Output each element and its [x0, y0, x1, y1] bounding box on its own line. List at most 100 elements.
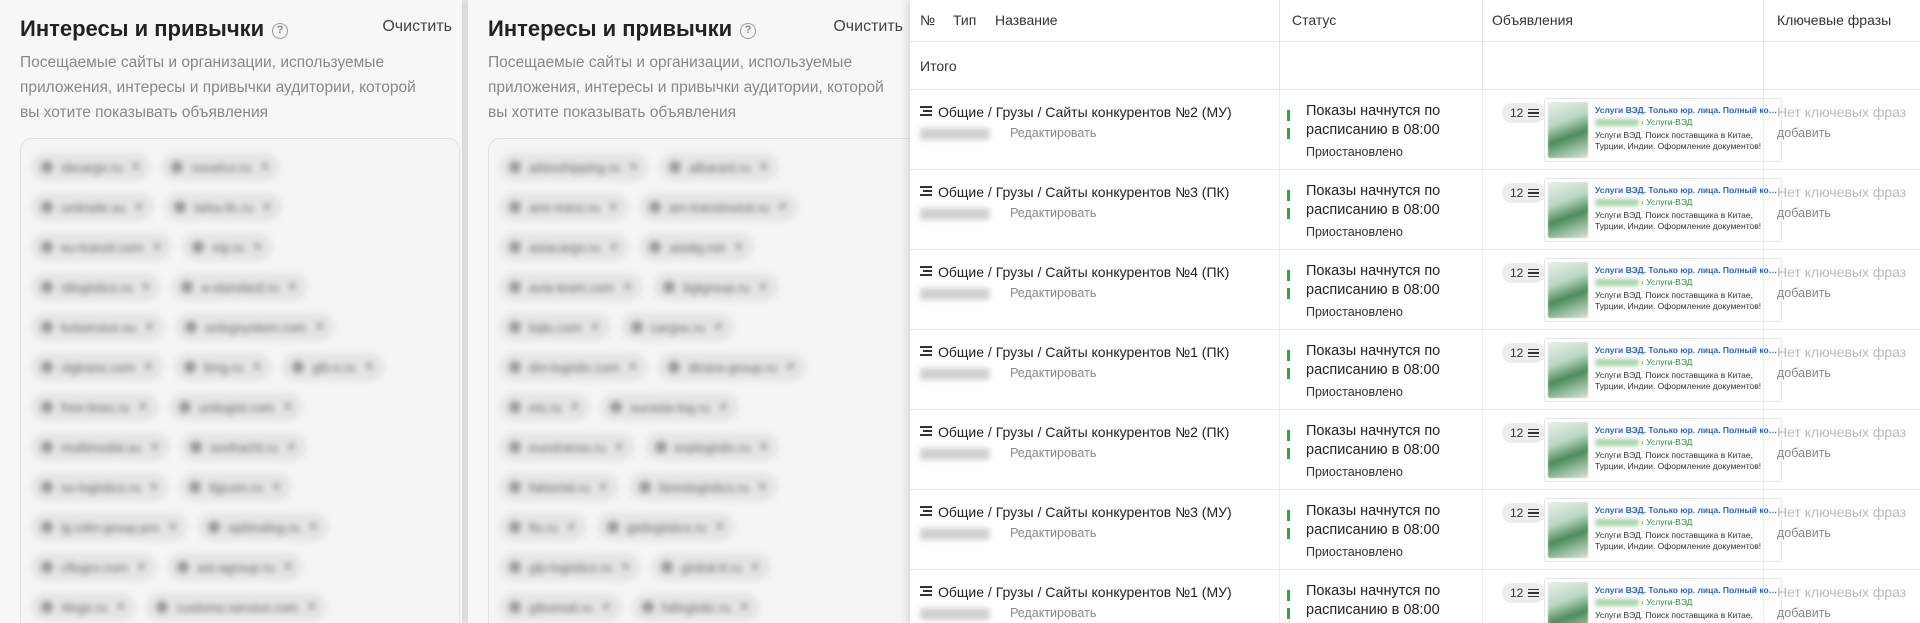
remove-tag-icon[interactable]: ✕	[261, 199, 272, 215]
interest-tag[interactable]: ltmg.ru ✕	[173, 353, 273, 381]
remove-tag-icon[interactable]: ✕	[271, 479, 282, 495]
remove-tag-icon[interactable]: ✕	[364, 359, 375, 375]
remove-tag-icon[interactable]: ✕	[148, 479, 159, 495]
interest-tag[interactable]: dtrans-group.ru ✕	[658, 353, 806, 381]
remove-tag-icon[interactable]: ✕	[758, 279, 769, 295]
ads-count-badge[interactable]: 12	[1502, 583, 1546, 603]
column-header-ads[interactable]: Объявления	[1492, 0, 1573, 42]
remove-tag-icon[interactable]: ✕	[141, 279, 152, 295]
remove-tag-icon[interactable]: ✕	[628, 159, 639, 175]
remove-tag-icon[interactable]: ✕	[718, 399, 729, 415]
interest-tag[interactable]: onlogsystem.com ✕	[175, 313, 336, 341]
remove-tag-icon[interactable]: ✕	[282, 399, 293, 415]
ad-preview-card[interactable]: Услуги ВЭД. Только юр. лица. Полный комп…	[1544, 578, 1782, 623]
remove-tag-icon[interactable]: ✕	[136, 559, 147, 575]
remove-tag-icon[interactable]: ✕	[144, 319, 155, 335]
add-keywords-link[interactable]: добавить	[1777, 286, 1831, 300]
remove-tag-icon[interactable]: ✕	[151, 239, 162, 255]
ads-count-badge[interactable]: 12	[1502, 343, 1546, 363]
interest-tag[interactable]: customs-service.com ✕	[146, 593, 328, 621]
clear-button[interactable]: Очистить	[382, 18, 452, 36]
column-header-type[interactable]: Тип	[953, 0, 976, 42]
remove-tag-icon[interactable]: ✕	[601, 599, 612, 615]
interest-tag[interactable]: amr-trans.ru ✕	[499, 193, 629, 221]
remove-tag-icon[interactable]: ✕	[714, 519, 725, 535]
edit-campaign-link[interactable]: Редактировать	[1010, 286, 1096, 300]
interest-tag[interactable]: ast-agroup.ru ✕	[167, 553, 304, 581]
interest-tag[interactable]: optimalog.ru ✕	[198, 513, 329, 541]
remove-tag-icon[interactable]: ✕	[570, 399, 581, 415]
edit-campaign-link[interactable]: Редактировать	[1010, 366, 1096, 380]
remove-tag-icon[interactable]: ✕	[598, 479, 609, 495]
edit-campaign-link[interactable]: Редактировать	[1010, 126, 1096, 140]
remove-tag-icon[interactable]: ✕	[739, 599, 750, 615]
interest-tag[interactable]: stlogistics.ru ✕	[31, 273, 162, 301]
add-keywords-link[interactable]: добавить	[1777, 126, 1831, 140]
remove-tag-icon[interactable]: ✕	[287, 279, 298, 295]
campaign-name-link[interactable]: Общие / Грузы / Сайты конкурентов №4 (ПК…	[938, 264, 1229, 280]
interest-tag[interactable]: bqlu.com ✕	[499, 313, 611, 341]
clear-button[interactable]: Очистить	[833, 18, 903, 36]
interest-tag[interactable]: asiacargo.ru ✕	[499, 233, 630, 261]
remove-tag-icon[interactable]: ✕	[777, 199, 788, 215]
interest-tag[interactable]: glb-s.ru ✕	[282, 353, 385, 381]
column-header-keywords[interactable]: Ключевые фразы	[1777, 0, 1891, 42]
add-keywords-link[interactable]: добавить	[1777, 206, 1831, 220]
ad-preview-card[interactable]: Услуги ВЭД. Только юр. лица. Полный комп…	[1544, 178, 1782, 242]
ad-preview-card[interactable]: Услуги ВЭД. Только юр. лица. Полный комп…	[1544, 498, 1782, 562]
remove-tag-icon[interactable]: ✕	[608, 199, 619, 215]
campaign-name-link[interactable]: Общие / Грузы / Сайты конкурентов №3 (МУ…	[938, 504, 1232, 520]
ads-count-badge[interactable]: 12	[1502, 103, 1546, 123]
interest-tag[interactable]: global-tl.ru ✕	[651, 553, 771, 581]
remove-tag-icon[interactable]: ✕	[308, 519, 319, 535]
interest-tag[interactable]: multimodal.su ✕	[31, 433, 171, 461]
remove-tag-icon[interactable]: ✕	[758, 439, 769, 455]
remove-tag-icon[interactable]: ✕	[149, 439, 160, 455]
column-header-status[interactable]: Статус	[1292, 0, 1336, 42]
column-header-number[interactable]: №	[920, 0, 935, 42]
add-keywords-link[interactable]: добавить	[1777, 606, 1831, 620]
interest-tag[interactable]: asialg.net ✕	[639, 233, 755, 261]
ad-preview-card[interactable]: Услуги ВЭД. Только юр. лица. Полный комп…	[1544, 338, 1782, 402]
remove-tag-icon[interactable]: ✕	[314, 319, 325, 335]
remove-tag-icon[interactable]: ✕	[566, 519, 577, 535]
interest-tag[interactable]: eu-tranzit.com ✕	[31, 233, 173, 261]
interest-tag[interactable]: gtkonsal.ru ✕	[499, 593, 622, 621]
remove-tag-icon[interactable]: ✕	[614, 439, 625, 455]
interest-tag[interactable]: faktorial.ru ✕	[499, 473, 619, 501]
remove-tag-icon[interactable]: ✕	[286, 439, 297, 455]
remove-tag-icon[interactable]: ✕	[252, 239, 263, 255]
interest-tag[interactable]: atlasshipping.ru ✕	[499, 153, 649, 181]
ads-count-badge[interactable]: 12	[1502, 423, 1546, 443]
remove-tag-icon[interactable]: ✕	[758, 159, 769, 175]
interest-tag[interactable]: tlgcom.ru ✕	[179, 473, 292, 501]
interest-tag[interactable]: talsu-llc.ru ✕	[164, 193, 283, 221]
remove-tag-icon[interactable]: ✕	[785, 359, 796, 375]
campaign-name-link[interactable]: Общие / Грузы / Сайты конкурентов №3 (ПК…	[938, 184, 1229, 200]
question-circle-icon[interactable]: ?	[272, 23, 289, 39]
interest-tag[interactable]: novelco.ru ✕	[161, 153, 281, 181]
remove-tag-icon[interactable]: ✕	[590, 319, 601, 335]
edit-campaign-link[interactable]: Редактировать	[1010, 446, 1096, 460]
campaign-name-link[interactable]: Общие / Грузы / Сайты конкурентов №1 (МУ…	[938, 584, 1232, 600]
interest-tag[interactable]: bgtgroup.ru ✕	[653, 273, 779, 301]
remove-tag-icon[interactable]: ✕	[622, 279, 633, 295]
interest-tag[interactable]: kvtservice.su ✕	[31, 313, 166, 341]
ad-preview-card[interactable]: Услуги ВЭД. Только юр. лица. Полный комп…	[1544, 258, 1782, 322]
edit-campaign-link[interactable]: Редактировать	[1010, 526, 1096, 540]
interest-tag[interactable]: dm-logistic.com ✕	[499, 353, 649, 381]
interest-tag[interactable]: lg.cdm-group.pro ✕	[31, 513, 189, 541]
ad-preview-card[interactable]: Услуги ВЭД. Только юр. лица. Полный комп…	[1544, 418, 1782, 482]
remove-tag-icon[interactable]: ✕	[143, 359, 154, 375]
interest-tag[interactable]: fts.ru ✕	[499, 513, 587, 541]
remove-tag-icon[interactable]: ✕	[282, 559, 293, 575]
interest-tag[interactable]: vlgtrans.com ✕	[31, 353, 164, 381]
question-circle-icon[interactable]: ?	[740, 23, 757, 39]
remove-tag-icon[interactable]: ✕	[251, 359, 262, 375]
campaign-name-link[interactable]: Общие / Грузы / Сайты конкурентов №2 (МУ…	[938, 104, 1232, 120]
interest-tag[interactable]: a-standard.ru ✕	[171, 273, 308, 301]
interest-tag[interactable]: unilogist.com ✕	[168, 393, 304, 421]
remove-tag-icon[interactable]: ✕	[750, 559, 761, 575]
campaign-name-link[interactable]: Общие / Грузы / Сайты конкурентов №1 (ПК…	[938, 344, 1229, 360]
interest-tag[interactable]: free-lines.ru ✕	[31, 393, 159, 421]
